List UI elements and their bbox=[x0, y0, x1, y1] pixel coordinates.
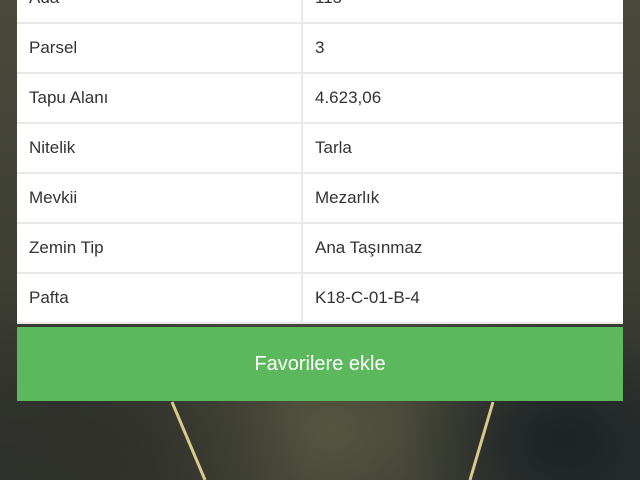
table-row: Nitelik Tarla bbox=[17, 124, 623, 174]
row-label: Parsel bbox=[17, 24, 303, 72]
table-row: Mevkii Mezarlık bbox=[17, 174, 623, 224]
row-value: 115 bbox=[303, 0, 623, 22]
table-row: Parsel 3 bbox=[17, 24, 623, 74]
row-label: Ada bbox=[17, 0, 303, 22]
row-value: 4.623,06 bbox=[315, 88, 382, 107]
row-value: Ana Taşınmaz bbox=[315, 238, 423, 257]
table-row: Tapu Alanı 4.623,06 bbox=[17, 74, 623, 124]
row-label: Zemin Tip bbox=[17, 224, 303, 272]
row-value: Mezarlık bbox=[315, 188, 380, 207]
table-row: Zemin Tip Ana Taşınmaz bbox=[17, 224, 623, 274]
row-value: 3 bbox=[315, 38, 325, 57]
row-label: Tapu Alanı bbox=[17, 74, 303, 122]
row-label: Pafta bbox=[17, 274, 303, 322]
parcel-info-table: Ada 115 Parsel 3 Tapu Alanı 4.623,06 Nit… bbox=[17, 0, 623, 324]
row-value: Tarla bbox=[315, 138, 352, 157]
row-value: K18-C-01-B-4 bbox=[315, 288, 420, 307]
row-label: Nitelik bbox=[17, 124, 303, 172]
row-label: Mevkii bbox=[17, 174, 303, 222]
table-row: Pafta K18-C-01-B-4 bbox=[17, 274, 623, 324]
table-row: Ada 115 bbox=[17, 0, 623, 24]
add-to-favorites-button[interactable]: Favorilere ekle bbox=[17, 327, 623, 401]
